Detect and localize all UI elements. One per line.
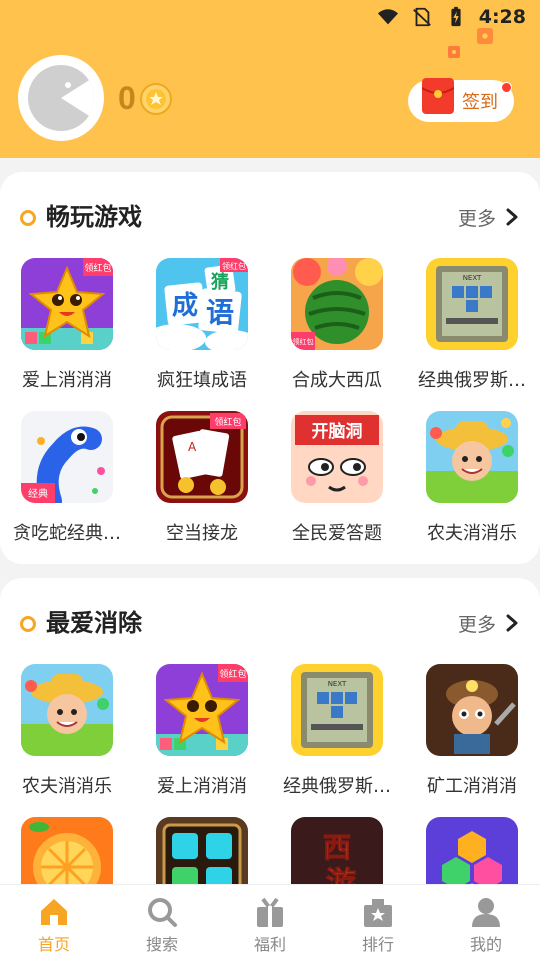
watermelon-game-icon: 领红包	[291, 258, 383, 350]
svg-text:A: A	[188, 440, 197, 454]
nav-label: 排行	[361, 935, 394, 954]
signin-label: 签到	[462, 92, 498, 113]
battery-icon	[451, 6, 461, 27]
nav-ranking[interactable]: 排行	[324, 885, 432, 960]
red-packet-deco-icon	[477, 28, 493, 44]
nav-label: 福利	[253, 935, 286, 954]
svg-text:成: 成	[172, 291, 198, 321]
tetris-game-icon: NEXT	[291, 664, 383, 756]
quiz-game-icon: 开脑洞	[291, 411, 383, 503]
farmer-game-icon	[21, 664, 113, 756]
no-sim-icon	[412, 7, 431, 27]
game-name: 疯狂填成语	[157, 370, 247, 391]
game-name: 农夫消消乐	[427, 523, 517, 544]
svg-text:领红包: 领红包	[222, 261, 246, 271]
game-name: 空当接龙	[166, 523, 238, 544]
game-tile[interactable]: 领红包 爱上消消消	[2, 258, 132, 392]
solitaire-game-icon: A 领红包	[156, 411, 248, 503]
red-envelope-icon	[422, 78, 454, 114]
game-tile[interactable]: A 领红包 空当接龙	[137, 411, 267, 545]
game-tile[interactable]: 矿工消消消	[407, 664, 537, 798]
game-tile[interactable]: 开脑洞 全民爱答题	[272, 411, 402, 545]
snake-game-icon: 经典	[21, 411, 113, 503]
notification-dot	[501, 82, 512, 93]
more-label: 更多	[457, 207, 496, 230]
game-name: 爱上消消消	[22, 370, 112, 391]
game-tile[interactable]: 领红包 爱上消消消	[137, 664, 267, 798]
svg-text:领红包: 领红包	[214, 416, 241, 428]
coin-balance[interactable]: 0	[118, 80, 172, 117]
nav-welfare[interactable]: 福利	[216, 885, 324, 960]
game-tile[interactable]: 领红包 合成大西瓜	[272, 258, 402, 392]
section-dot-icon	[20, 616, 36, 632]
nav-search[interactable]: 搜索	[108, 885, 216, 960]
avatar[interactable]	[18, 55, 104, 141]
svg-text:开脑洞: 开脑洞	[312, 421, 363, 442]
svg-text:NEXT: NEXT	[328, 680, 347, 688]
game-name: 合成大西瓜	[292, 370, 382, 391]
more-button[interactable]: 更多	[458, 200, 520, 234]
svg-text:语: 语	[206, 296, 234, 329]
game-name: 爱上消消消	[157, 776, 247, 797]
svg-text:领红包: 领红包	[219, 668, 246, 680]
avatar-placeholder-icon	[28, 65, 94, 131]
more-label: 更多	[457, 613, 496, 636]
bottom-nav: 首页 搜索 福利 排行 我的	[0, 884, 540, 960]
tetris-game-icon: NEXT	[426, 258, 518, 350]
nav-home[interactable]: 首页	[0, 885, 108, 960]
coin-count: 0	[118, 80, 136, 116]
section-favorite-match: 最爱消除 更多 农夫消消乐 领红包 爱上消消消 NEXT 经典俄罗斯… 矿工消消…	[0, 578, 540, 909]
svg-text:NEXT: NEXT	[463, 274, 482, 282]
ranking-icon	[364, 899, 392, 927]
red-packet-deco-icon	[448, 46, 460, 58]
star-game-icon: 领红包	[156, 664, 248, 756]
svg-text:西: 西	[323, 831, 351, 864]
wifi-icon	[377, 9, 398, 25]
miner-game-icon	[426, 664, 518, 756]
search-icon	[148, 898, 177, 927]
svg-text:猜: 猜	[210, 272, 229, 293]
svg-text:领红包: 领红包	[84, 262, 111, 274]
idiom-game-icon: 成 语 猜 领红包	[156, 258, 248, 350]
status-time: 4:28	[478, 6, 526, 28]
section-title: 畅玩游戏	[46, 203, 142, 231]
signin-button[interactable]: 签到	[408, 78, 514, 122]
header: 4:28 0 签到	[0, 0, 540, 158]
nav-label: 搜索	[145, 935, 178, 954]
game-tile[interactable]: 农夫消消乐	[2, 664, 132, 798]
game-name: 经典俄罗斯…	[418, 370, 526, 391]
gift-icon	[257, 897, 283, 927]
game-tile[interactable]: 农夫消消乐	[407, 411, 537, 545]
nav-label: 我的	[469, 935, 502, 954]
profile-icon	[472, 898, 500, 927]
section-dot-icon	[20, 210, 36, 226]
section-play-games: 畅玩游戏 更多 领红包 爱上消消消 成 语 猜 领红包 疯狂填成语 领红包 合成…	[0, 172, 540, 564]
game-tile[interactable]: 成 语 猜 领红包 疯狂填成语	[137, 258, 267, 392]
more-button[interactable]: 更多	[458, 606, 520, 640]
farmer-game-icon	[426, 411, 518, 503]
game-name: 经典俄罗斯…	[283, 776, 391, 797]
star-game-icon: 领红包	[21, 258, 113, 350]
game-tile[interactable]: 经典 贪吃蛇经典…	[2, 411, 132, 545]
game-name: 农夫消消乐	[22, 776, 112, 797]
chevron-right-icon	[506, 208, 518, 226]
status-bar: 4:28	[0, 0, 540, 36]
game-name: 全民爱答题	[292, 523, 382, 544]
nav-label: 首页	[37, 935, 70, 954]
chevron-right-icon	[506, 614, 518, 632]
nav-profile[interactable]: 我的	[432, 885, 540, 960]
game-name: 矿工消消消	[427, 776, 517, 797]
svg-text:经典: 经典	[28, 487, 48, 500]
home-icon	[41, 899, 67, 925]
game-tile[interactable]: NEXT 经典俄罗斯…	[407, 258, 537, 392]
coin-icon	[139, 82, 172, 115]
svg-text:领红包: 领红包	[293, 337, 314, 346]
game-tile[interactable]: NEXT 经典俄罗斯…	[272, 664, 402, 798]
section-title: 最爱消除	[46, 609, 142, 637]
game-name: 贪吃蛇经典…	[13, 523, 121, 544]
